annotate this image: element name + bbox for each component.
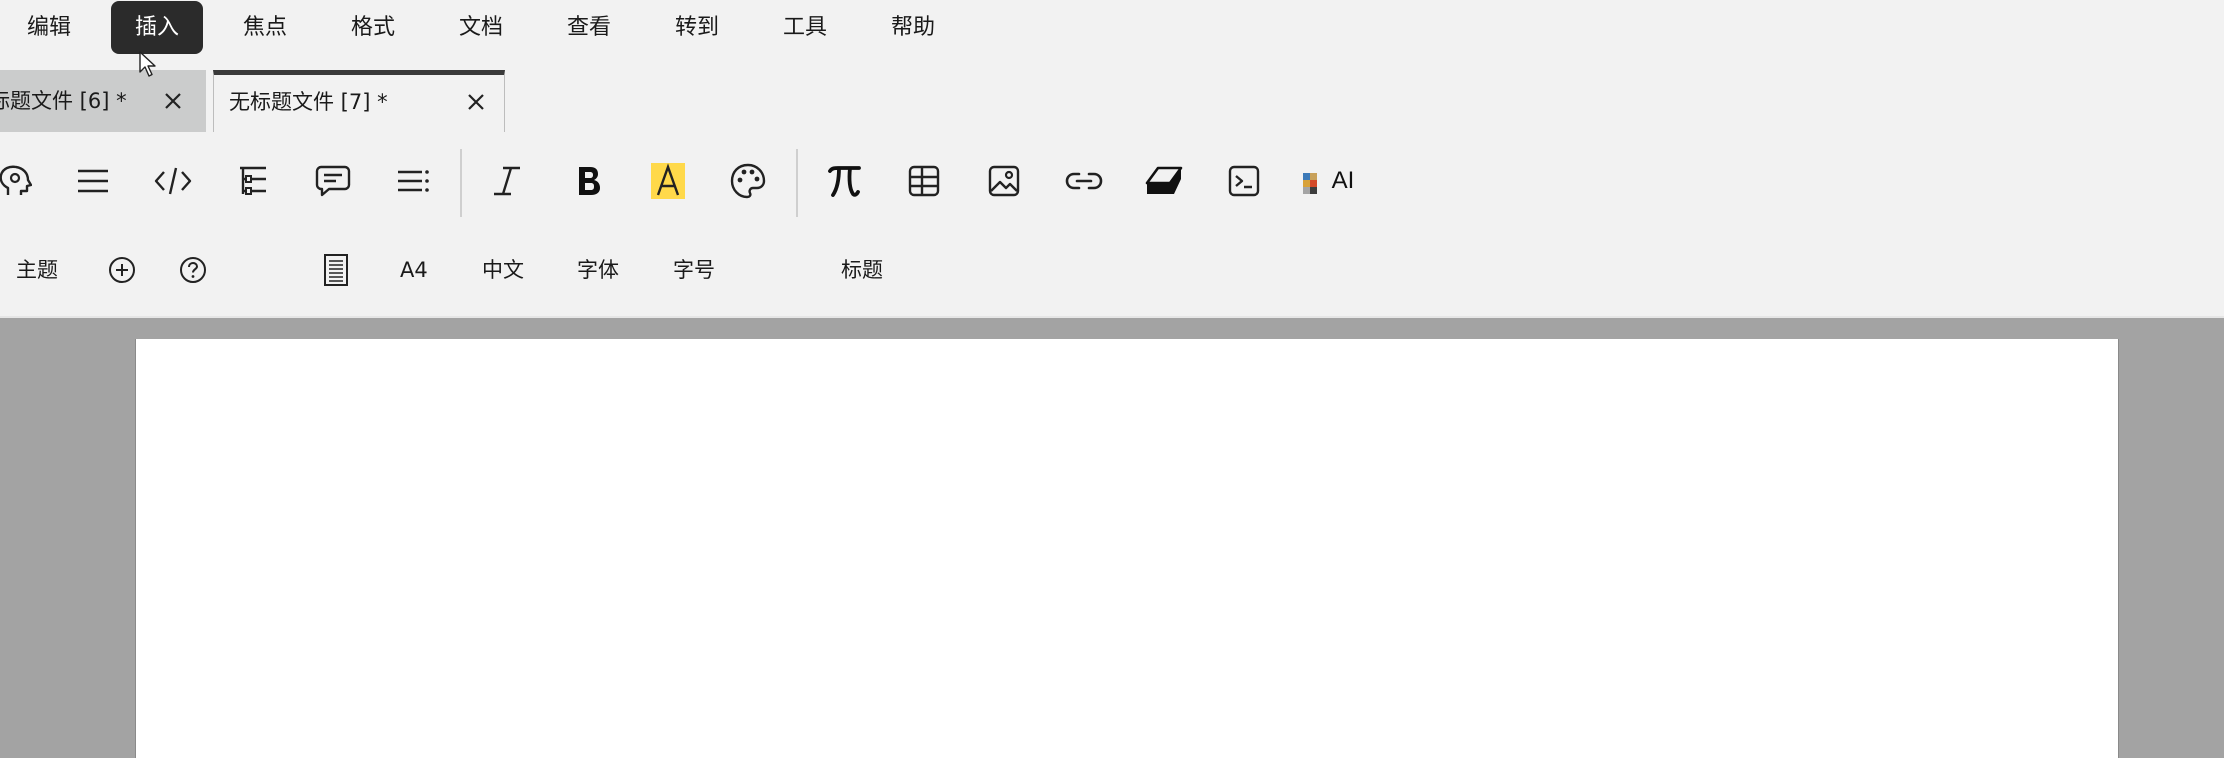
italic-button[interactable]	[475, 145, 539, 217]
image-button[interactable]	[972, 145, 1036, 217]
close-icon[interactable]	[463, 89, 489, 115]
paragraph-button[interactable]	[61, 145, 125, 217]
tab-label: 无标题文件 [6] *	[0, 89, 127, 113]
paragraph-icon	[78, 169, 108, 193]
font-family-button[interactable]: 字体	[577, 245, 619, 295]
document-page[interactable]	[135, 339, 2119, 758]
editor-workspace	[0, 316, 2224, 758]
formula-icon	[828, 166, 861, 197]
link-button[interactable]	[1052, 145, 1116, 217]
image-icon	[988, 165, 1020, 197]
ai-button[interactable]: AI	[1292, 145, 1362, 217]
ai-label: AI	[1331, 167, 1355, 194]
outline-list-button[interactable]	[221, 145, 285, 217]
formula-button[interactable]	[812, 145, 876, 217]
comment-icon	[315, 165, 351, 197]
menu-view[interactable]: 查看	[544, 1, 634, 54]
eraser-button[interactable]	[1132, 145, 1196, 217]
menu-document[interactable]: 文档	[436, 1, 526, 54]
close-icon[interactable]	[160, 88, 186, 114]
mind-button[interactable]	[0, 145, 46, 217]
terminal-button[interactable]	[1212, 145, 1276, 217]
tab-document-6[interactable]: 无标题文件 [6] *	[0, 70, 206, 132]
plus-circle-icon	[109, 257, 135, 283]
mind-icon	[0, 165, 32, 195]
code-button[interactable]	[141, 145, 205, 217]
menu-tools[interactable]: 工具	[760, 1, 850, 54]
tab-document-7[interactable]: 无标题文件 [7] *	[213, 70, 505, 132]
link-icon	[1065, 172, 1103, 190]
font-size-button[interactable]: 字号	[673, 245, 715, 295]
palette-icon	[730, 163, 766, 199]
terminal-icon	[1228, 165, 1260, 197]
indent-list-icon	[398, 170, 429, 192]
page-document-icon	[324, 254, 348, 286]
italic-icon	[494, 166, 520, 196]
menu-edit[interactable]: 编辑	[4, 1, 94, 54]
highlight-icon	[651, 163, 685, 199]
page-layout-button[interactable]	[320, 245, 352, 295]
palette-button[interactable]	[716, 145, 780, 217]
table-icon	[908, 165, 940, 197]
indent-list-button[interactable]	[381, 145, 445, 217]
table-button[interactable]	[892, 145, 956, 217]
code-icon	[154, 167, 192, 195]
menu-insert[interactable]: 插入	[111, 1, 203, 54]
highlight-button[interactable]	[636, 145, 700, 217]
menu-bar: 编辑 插入 焦点 格式 文档 查看 转到 工具 帮助	[0, 0, 2224, 58]
help-circle-icon	[180, 257, 206, 283]
outline-list-icon	[240, 166, 266, 195]
tab-label: 无标题文件 [7] *	[229, 90, 388, 114]
add-button[interactable]	[104, 245, 140, 295]
format-toolbar: AI	[0, 145, 2224, 217]
theme-button[interactable]: 主题	[16, 245, 58, 295]
heading-button[interactable]: 标题	[841, 245, 883, 295]
menu-format[interactable]: 格式	[328, 1, 418, 54]
bold-icon	[579, 167, 600, 195]
tab-bar: 无标题文件 [6] * 无标题文件 [7] *	[0, 70, 2224, 132]
document-options-bar: 主题 A4 中文 字体 字号 标题	[0, 245, 2224, 295]
bold-button[interactable]	[556, 145, 620, 217]
comment-button[interactable]	[301, 145, 365, 217]
paper-size-button[interactable]: A4	[400, 245, 428, 295]
language-button[interactable]: 中文	[482, 245, 524, 295]
menu-goto[interactable]: 转到	[652, 1, 742, 54]
help-button[interactable]	[175, 245, 211, 295]
toolbar-separator	[796, 149, 798, 217]
menu-help[interactable]: 帮助	[868, 1, 958, 54]
mouse-cursor-icon	[139, 51, 156, 77]
toolbar-separator	[460, 149, 462, 217]
menu-focus[interactable]: 焦点	[220, 1, 310, 54]
eraser-icon	[1145, 166, 1183, 194]
